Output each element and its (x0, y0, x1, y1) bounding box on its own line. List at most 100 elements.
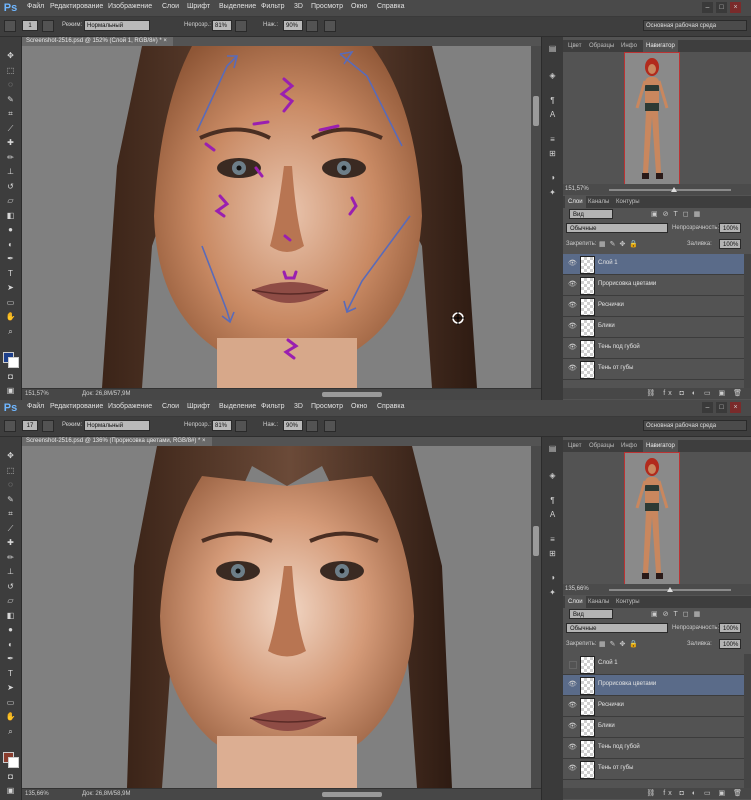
brush-tool-preset-icon[interactable] (4, 420, 16, 432)
eye-icon[interactable]: 👁 (568, 344, 577, 352)
navigator-zoom-slider[interactable] (609, 587, 731, 592)
eye-icon[interactable]: 👁 (568, 365, 577, 373)
menu-select[interactable]: Выделение (219, 3, 256, 10)
pressure-size-icon[interactable] (324, 420, 336, 432)
brush-presets-icon[interactable]: ≡ (547, 134, 558, 145)
tab-channels[interactable]: Каналы (585, 196, 612, 208)
shape-tool-icon[interactable]: ▭ (5, 698, 16, 707)
clone-stamp-tool-icon[interactable]: ⊥ (5, 167, 16, 176)
menu-type[interactable]: Шрифт (187, 3, 210, 10)
layer-row[interactable]: 👁 Тень от губы (563, 359, 744, 380)
brush-tool-icon[interactable]: ✏ (5, 553, 16, 562)
airbrush-icon[interactable] (306, 20, 318, 32)
menu-help[interactable]: Справка (377, 403, 404, 410)
menu-image[interactable]: Изображение (108, 403, 152, 410)
marquee-tool-icon[interactable]: ⬚ (5, 466, 16, 475)
path-select-tool-icon[interactable]: ➤ (5, 283, 16, 292)
paragraph-icon[interactable]: ¶ (547, 495, 558, 506)
styles-icon[interactable]: ✦ (547, 187, 558, 198)
eye-icon[interactable]: 👁 (568, 702, 577, 710)
3d-panel-icon[interactable]: ◈ (547, 470, 558, 481)
layer-row[interactable]: 👁 Прорисовка цветами (563, 675, 744, 696)
history-brush-tool-icon[interactable]: ↺ (5, 582, 16, 591)
layer-row[interactable]: 👁 Тень под губой (563, 738, 744, 759)
pressure-size-icon[interactable] (324, 20, 336, 32)
zoom-tool-icon[interactable]: ⌕ (5, 327, 16, 336)
brush-panel-icon[interactable] (42, 20, 54, 32)
hand-tool-icon[interactable]: ✋ (5, 712, 16, 721)
menu-image[interactable]: Изображение (108, 3, 152, 10)
menu-edit[interactable]: Редактирование (50, 3, 103, 10)
adjustments-icon[interactable]: ◑ (547, 172, 558, 183)
character-icon[interactable]: A (547, 509, 558, 520)
layer-row[interactable]: Слой 1 (563, 654, 744, 675)
zoom-tool-icon[interactable]: ⌕ (5, 727, 16, 736)
eyedropper-tool-icon[interactable]: ⟋ (5, 524, 16, 533)
fill-field[interactable]: 100% (719, 639, 741, 649)
tab-navigator[interactable]: Навигатор (643, 440, 678, 452)
menu-filter[interactable]: Фильтр (261, 3, 285, 10)
opacity-field[interactable]: 81% (212, 20, 232, 31)
tab-color[interactable]: Цвет (565, 40, 584, 52)
navigator-preview[interactable] (624, 52, 680, 187)
layer-row[interactable]: 👁 Реснички (563, 696, 744, 717)
layer-opacity-field[interactable]: 100% (719, 223, 741, 233)
clone-stamp-tool-icon[interactable]: ⊥ (5, 567, 16, 576)
layer-row[interactable]: 👁 Реснички (563, 296, 744, 317)
menu-window[interactable]: Окно (351, 403, 367, 410)
layer-action-icons[interactable]: ⛓ fx ◘ ◐ ▭ ▣ 🗑 (646, 789, 745, 797)
layer-opacity-field[interactable]: 100% (719, 623, 741, 633)
tab-layers[interactable]: Слои (565, 196, 586, 208)
flow-field[interactable]: 90% (283, 20, 303, 31)
workspace-select[interactable]: Основная рабочая среда (643, 20, 747, 31)
eye-icon[interactable]: 👁 (568, 681, 577, 689)
menu-help[interactable]: Справка (377, 3, 404, 10)
character-icon[interactable]: A (547, 109, 558, 120)
close-button[interactable]: × (730, 402, 741, 413)
zoom-readout[interactable]: 151,57% (25, 391, 49, 397)
pen-tool-icon[interactable]: ✒ (5, 654, 16, 663)
blend-mode-select[interactable]: Обычные (566, 623, 668, 633)
dodge-tool-icon[interactable]: ◐ (5, 240, 16, 249)
gradient-tool-icon[interactable]: ◧ (5, 611, 16, 620)
blur-tool-icon[interactable]: ● (5, 625, 16, 634)
tab-layers[interactable]: Слои (565, 596, 586, 608)
eye-icon[interactable]: 👁 (568, 302, 577, 310)
brush-tool-icon[interactable]: ✏ (5, 153, 16, 162)
brush-tool-preset-icon[interactable] (4, 20, 16, 32)
healing-tool-icon[interactable]: ✚ (5, 138, 16, 147)
tab-channels[interactable]: Каналы (585, 596, 612, 608)
tab-info[interactable]: Инфо (618, 40, 640, 52)
layers-scrollbar[interactable] (744, 654, 751, 788)
layers-scrollbar[interactable] (744, 254, 751, 388)
layer-filter-icons[interactable]: ▣⊘T◻▦ (651, 210, 705, 218)
mode-select[interactable]: Нормальный (84, 20, 150, 31)
eraser-tool-icon[interactable]: ▱ (5, 596, 16, 605)
close-button[interactable]: × (730, 2, 741, 13)
pen-tool-icon[interactable]: ✒ (5, 254, 16, 263)
eye-icon[interactable]: 👁 (568, 744, 577, 752)
tab-info[interactable]: Инфо (618, 440, 640, 452)
screen-mode-icon[interactable]: ▣ (5, 786, 16, 795)
brush-presets-icon[interactable]: ≡ (547, 534, 558, 545)
pressure-opacity-icon[interactable] (235, 20, 247, 32)
adjustments-icon[interactable]: ◑ (547, 572, 558, 583)
navigator-zoom-slider[interactable] (609, 187, 731, 192)
layer-filter-select[interactable]: Вид (569, 209, 613, 219)
background-color-swatch[interactable] (8, 757, 19, 768)
layer-action-icons[interactable]: ⛓ fx ◘ ◐ ▭ ▣ 🗑 (646, 389, 745, 397)
menu-view[interactable]: Просмотр (311, 3, 343, 10)
menu-select[interactable]: Выделение (219, 403, 256, 410)
navigator-preview[interactable] (624, 452, 680, 587)
eye-hidden-icon[interactable] (569, 661, 577, 669)
marquee-tool-icon[interactable]: ⬚ (5, 66, 16, 75)
menu-filter[interactable]: Фильтр (261, 403, 285, 410)
clone-source-icon[interactable]: ⊞ (547, 148, 558, 159)
hand-tool-icon[interactable]: ✋ (5, 312, 16, 321)
eye-icon[interactable]: 👁 (568, 281, 577, 289)
blur-tool-icon[interactable]: ● (5, 225, 16, 234)
3d-panel-icon[interactable]: ◈ (547, 70, 558, 81)
maximize-button[interactable]: □ (716, 2, 727, 13)
eye-icon[interactable]: 👁 (568, 260, 577, 268)
move-tool-icon[interactable]: ✥ (5, 51, 16, 60)
